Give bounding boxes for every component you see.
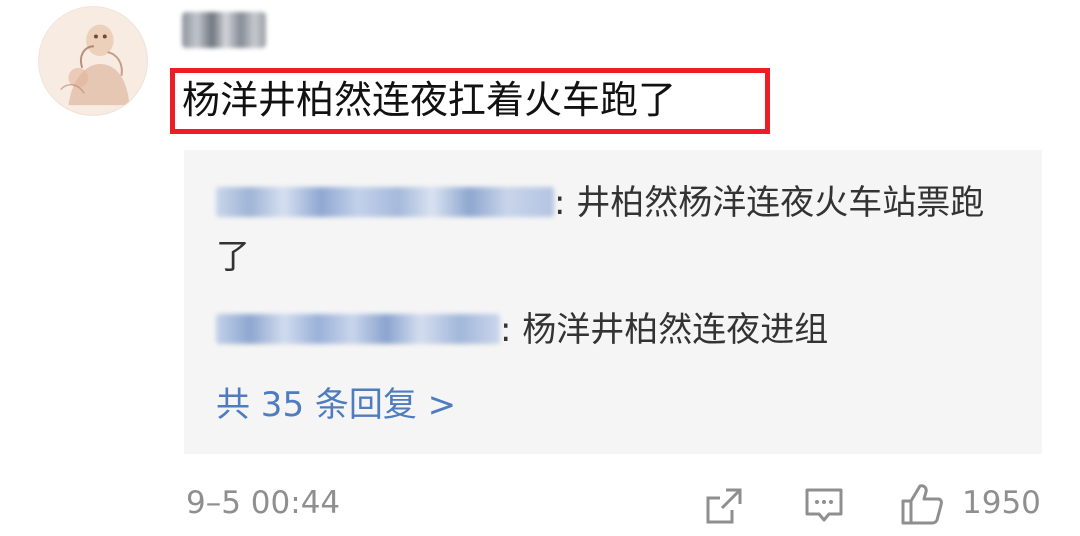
like-count: 1950 bbox=[962, 485, 1041, 521]
reply-item[interactable]: : 井柏然杨洋连夜火车站票跑了 bbox=[216, 176, 1016, 284]
reply-text: : 杨洋井柏然连夜进组 bbox=[500, 310, 829, 350]
reply-item[interactable]: : 杨洋井柏然连夜进组 bbox=[216, 303, 1016, 357]
like-icon[interactable] bbox=[900, 482, 944, 526]
share-icon[interactable] bbox=[704, 486, 744, 526]
avatar-illustration bbox=[39, 7, 147, 115]
comment-timestamp: 9–5 00:44 bbox=[186, 485, 341, 521]
view-all-replies-link[interactable]: 共 35 条回复 > bbox=[216, 380, 456, 430]
comment-text: 杨洋井柏然连夜扛着火车跑了 bbox=[182, 78, 677, 122]
comment-icon[interactable] bbox=[804, 486, 844, 526]
username-blurred[interactable] bbox=[182, 12, 266, 48]
avatar[interactable] bbox=[38, 6, 148, 116]
reply-username-blurred[interactable] bbox=[216, 314, 500, 344]
reply-username-blurred[interactable] bbox=[216, 187, 554, 217]
